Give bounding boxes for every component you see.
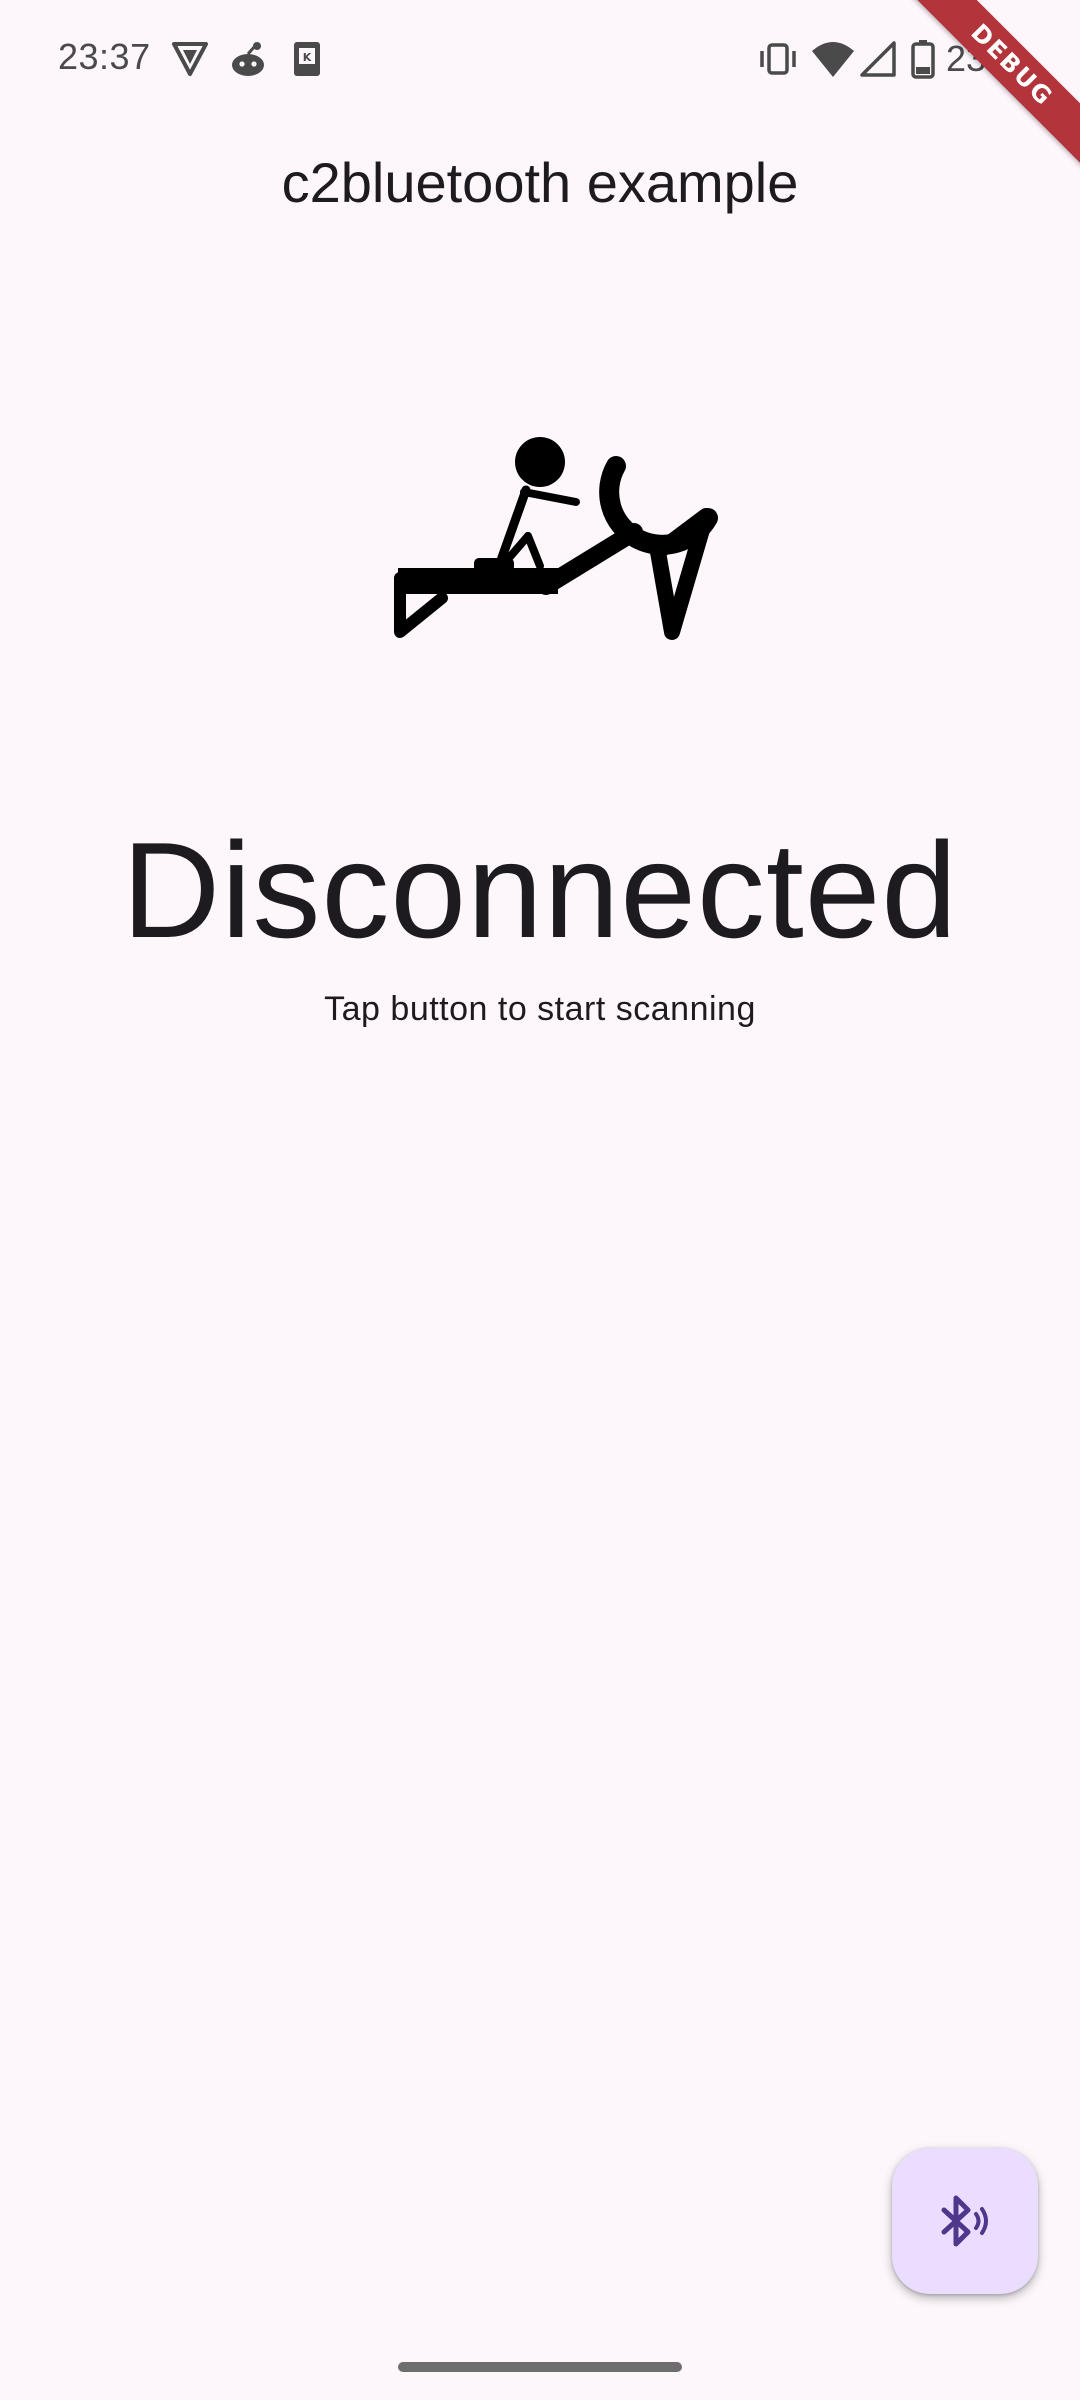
vibrate-icon — [760, 43, 796, 75]
scan-hint-text: Tap button to start scanning — [324, 990, 756, 1028]
rowing-machine-icon — [394, 437, 718, 640]
app-screen: 23:37 K DEBUG c2bluetooth example Discon… — [0, 0, 1080, 2400]
status-bar: 23:37 K — [0, 0, 1080, 118]
bluetooth-searching-icon — [941, 2195, 988, 2247]
app-bar-title: c2bluetooth example — [281, 151, 799, 214]
start-scan-button[interactable] — [892, 2148, 1038, 2294]
svg-text:K: K — [303, 51, 312, 64]
connection-status-heading: Disconnected — [121, 814, 959, 966]
kindle-icon: K — [294, 42, 320, 76]
signal-icon — [860, 41, 896, 77]
status-time: 23:37 — [58, 36, 151, 77]
battery-icon — [911, 40, 935, 79]
reddit-icon — [232, 42, 264, 76]
vpn-shield-icon — [172, 42, 208, 76]
wifi-icon — [811, 42, 854, 77]
gesture-nav-bar[interactable] — [398, 2362, 682, 2372]
